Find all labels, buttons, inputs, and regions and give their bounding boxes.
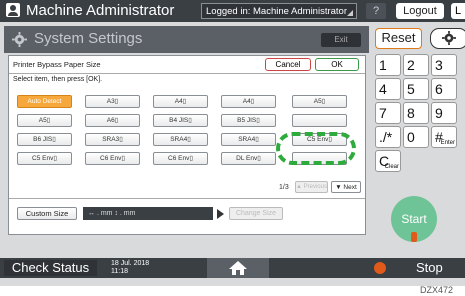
- stop-button[interactable]: Stop: [416, 259, 443, 277]
- key-clear[interactable]: C Clear: [375, 150, 401, 172]
- page-title: System Settings: [34, 30, 143, 47]
- gear-icon: [12, 32, 27, 47]
- logout-button[interactable]: Logout: [396, 3, 444, 19]
- size-option[interactable]: C5 Env▯: [17, 152, 72, 165]
- size-option[interactable]: DL Env▯: [221, 152, 276, 165]
- key-0[interactable]: 0: [403, 126, 429, 148]
- instruction-text: Select item, then press [OK].: [13, 76, 103, 83]
- ok-button[interactable]: OK: [315, 58, 359, 71]
- gear-icon: [442, 31, 456, 45]
- divider: [9, 198, 365, 199]
- key-4[interactable]: 4: [375, 78, 401, 100]
- size-option[interactable]: A3▯: [85, 95, 140, 108]
- arrow-right-icon: [217, 209, 224, 219]
- user-icon: [6, 3, 20, 17]
- date-time: 18 Jul. 2018 11:18: [111, 260, 149, 276]
- touch-screen: Machine Administrator Logged in: Machine…: [0, 0, 465, 286]
- change-size-button[interactable]: Change Size: [229, 207, 283, 220]
- settings-button[interactable]: [430, 28, 465, 49]
- start-indicator: [411, 232, 417, 242]
- size-option[interactable]: B5 JIS▯: [221, 114, 276, 127]
- settings-header: System Settings Exit: [4, 26, 369, 53]
- custom-size-value: ↔ . mm ↕ . mm: [83, 207, 213, 220]
- custom-size-button[interactable]: Custom Size: [17, 207, 77, 220]
- enter-label: Enter: [440, 140, 455, 146]
- help-button[interactable]: ?: [366, 3, 386, 19]
- login-status: Logged in: Machine Administrator: [201, 3, 357, 19]
- key-7[interactable]: 7: [375, 102, 401, 124]
- reset-button[interactable]: Reset: [375, 28, 422, 49]
- highlight-callout: [276, 132, 356, 165]
- key-dot-star[interactable]: ./*: [375, 126, 401, 148]
- top-bar: Machine Administrator Logged in: Machine…: [0, 0, 465, 22]
- key-9[interactable]: 9: [431, 102, 457, 124]
- key-3[interactable]: 3: [431, 54, 457, 76]
- current-user: Machine Administrator: [26, 2, 175, 19]
- key-8[interactable]: 8: [403, 102, 429, 124]
- size-option[interactable]: B6 JIS▯: [17, 133, 72, 146]
- previous-button[interactable]: ▲ Previous: [295, 181, 328, 193]
- divider: [9, 73, 365, 74]
- corner-icon: [347, 10, 353, 16]
- date: 18 Jul. 2018: [111, 260, 150, 267]
- exit-button[interactable]: Exit: [321, 33, 361, 47]
- size-option[interactable]: SRA4▯: [153, 133, 208, 146]
- dialog-title: Printer Bypass Paper Size: [13, 60, 101, 69]
- size-option[interactable]: A5▯: [17, 114, 72, 127]
- login-status-text: Logged in: Machine Administrator: [206, 6, 347, 17]
- key-6[interactable]: 6: [431, 78, 457, 100]
- key-enter[interactable]: # Enter: [431, 126, 457, 148]
- size-option[interactable]: SRA4▯: [221, 133, 276, 146]
- size-option[interactable]: A5▯: [292, 95, 347, 108]
- key-2[interactable]: 2: [403, 54, 429, 76]
- cancel-button[interactable]: Cancel: [265, 58, 311, 71]
- key-5[interactable]: 5: [403, 78, 429, 100]
- time: 11:18: [111, 268, 128, 275]
- size-option[interactable]: B4 JIS▯: [153, 114, 208, 127]
- language-button[interactable]: L: [451, 3, 465, 19]
- size-option[interactable]: Auto Detect: [17, 95, 72, 108]
- size-option[interactable]: SRA3▯: [85, 133, 140, 146]
- size-option[interactable]: A6▯: [85, 114, 140, 127]
- home-button[interactable]: [207, 258, 269, 278]
- size-option[interactable]: C6 Env▯: [153, 152, 208, 165]
- size-option[interactable]: C6 Env▯: [85, 152, 140, 165]
- page-indicator: 1/3: [279, 184, 289, 191]
- stop-icon: [374, 262, 386, 274]
- figure-code: DZX472: [420, 285, 454, 295]
- next-button[interactable]: ▼ Next: [331, 181, 361, 193]
- size-option[interactable]: A4▯: [221, 95, 276, 108]
- key-1[interactable]: 1: [375, 54, 401, 76]
- home-icon: [229, 261, 247, 275]
- check-status-button[interactable]: Check Status: [4, 260, 97, 276]
- clear-label: Clear: [384, 164, 399, 170]
- size-option[interactable]: [292, 114, 347, 127]
- size-option[interactable]: A4▯: [153, 95, 208, 108]
